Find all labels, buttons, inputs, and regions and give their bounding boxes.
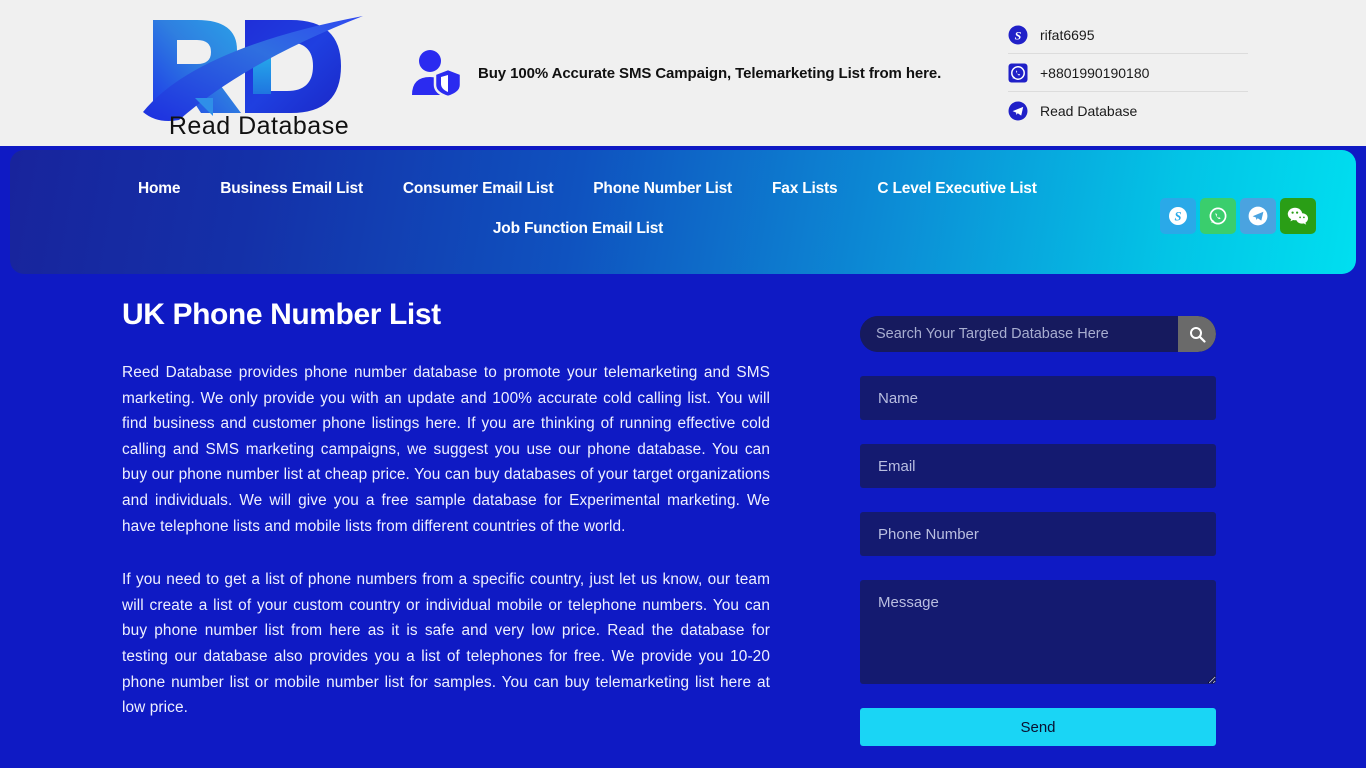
article-paragraph-1: Reed Database provides phone number data… xyxy=(122,364,770,535)
contact-row-skype[interactable]: S rifat6695 xyxy=(1008,16,1248,54)
social-button-telegram[interactable] xyxy=(1240,198,1276,234)
whatsapp-icon xyxy=(1008,63,1028,82)
site-header: Read Database Buy 100% Accurate SMS Camp… xyxy=(0,0,1366,146)
read-database-logo-icon: Read Database xyxy=(143,16,363,138)
site-logo[interactable]: Read Database xyxy=(120,3,400,143)
page-title: UK Phone Number List xyxy=(122,298,441,331)
sidebar: Send xyxy=(860,274,1216,749)
header-contact-list: S rifat6695 +8801990190180 Read Database xyxy=(1008,16,1248,130)
nav-item-fax-lists[interactable]: Fax Lists xyxy=(772,180,838,198)
social-button-whatsapp[interactable] xyxy=(1200,198,1236,234)
email-input[interactable] xyxy=(860,444,1216,488)
user-shield-icon xyxy=(412,50,463,99)
contact-row-whatsapp[interactable]: +8801990190180 xyxy=(1008,54,1248,92)
skype-icon: S xyxy=(1169,207,1187,225)
nav-item-business-email[interactable]: Business Email List xyxy=(220,180,363,198)
wechat-icon xyxy=(1287,207,1308,225)
contact-row-telegram[interactable]: Read Database xyxy=(1008,92,1248,130)
main-content-area: UK Phone Number List Reed Database provi… xyxy=(0,274,1366,749)
social-button-wechat[interactable] xyxy=(1280,198,1316,234)
nav-row-primary: Home Business Email List Consumer Email … xyxy=(10,180,1356,198)
nav-item-job-function-email[interactable]: Job Function Email List xyxy=(493,220,663,238)
search-submit-button[interactable] xyxy=(1178,316,1216,352)
name-input[interactable] xyxy=(860,376,1216,420)
skype-icon: S xyxy=(1008,25,1028,44)
article-column: UK Phone Number List Reed Database provi… xyxy=(122,274,770,749)
svg-text:Read Database: Read Database xyxy=(169,112,349,138)
search-icon xyxy=(1189,326,1206,343)
svg-text:S: S xyxy=(1175,210,1182,224)
whatsapp-icon xyxy=(1209,207,1227,225)
phone-number-input[interactable] xyxy=(860,512,1216,556)
nav-row-secondary: Job Function Email List xyxy=(10,220,1356,238)
svg-text:S: S xyxy=(1015,28,1022,42)
contact-value-skype: rifat6695 xyxy=(1040,26,1095,43)
telegram-icon xyxy=(1248,206,1268,226)
send-button[interactable]: Send xyxy=(860,708,1216,746)
search-bar xyxy=(860,316,1216,352)
header-tagline: Buy 100% Accurate SMS Campaign, Telemark… xyxy=(408,47,941,99)
nav-item-consumer-email[interactable]: Consumer Email List xyxy=(403,180,554,198)
nav-item-phone-number[interactable]: Phone Number List xyxy=(593,180,732,198)
message-textarea[interactable] xyxy=(860,580,1216,684)
nav-outer: Home Business Email List Consumer Email … xyxy=(0,146,1366,274)
nav-item-c-level-executive[interactable]: C Level Executive List xyxy=(877,180,1036,198)
main-navigation: Home Business Email List Consumer Email … xyxy=(10,150,1356,274)
contact-value-whatsapp: +8801990190180 xyxy=(1040,64,1150,81)
tagline-text: Buy 100% Accurate SMS Campaign, Telemark… xyxy=(478,64,942,82)
contact-value-telegram: Read Database xyxy=(1040,103,1138,119)
social-button-skype[interactable]: S xyxy=(1160,198,1196,234)
nav-social-buttons: S xyxy=(1160,198,1316,234)
nav-item-home[interactable]: Home xyxy=(138,180,180,198)
search-input[interactable] xyxy=(860,316,1178,352)
telegram-icon xyxy=(1008,101,1028,121)
article-paragraph-2: If you need to get a list of phone numbe… xyxy=(122,571,770,717)
